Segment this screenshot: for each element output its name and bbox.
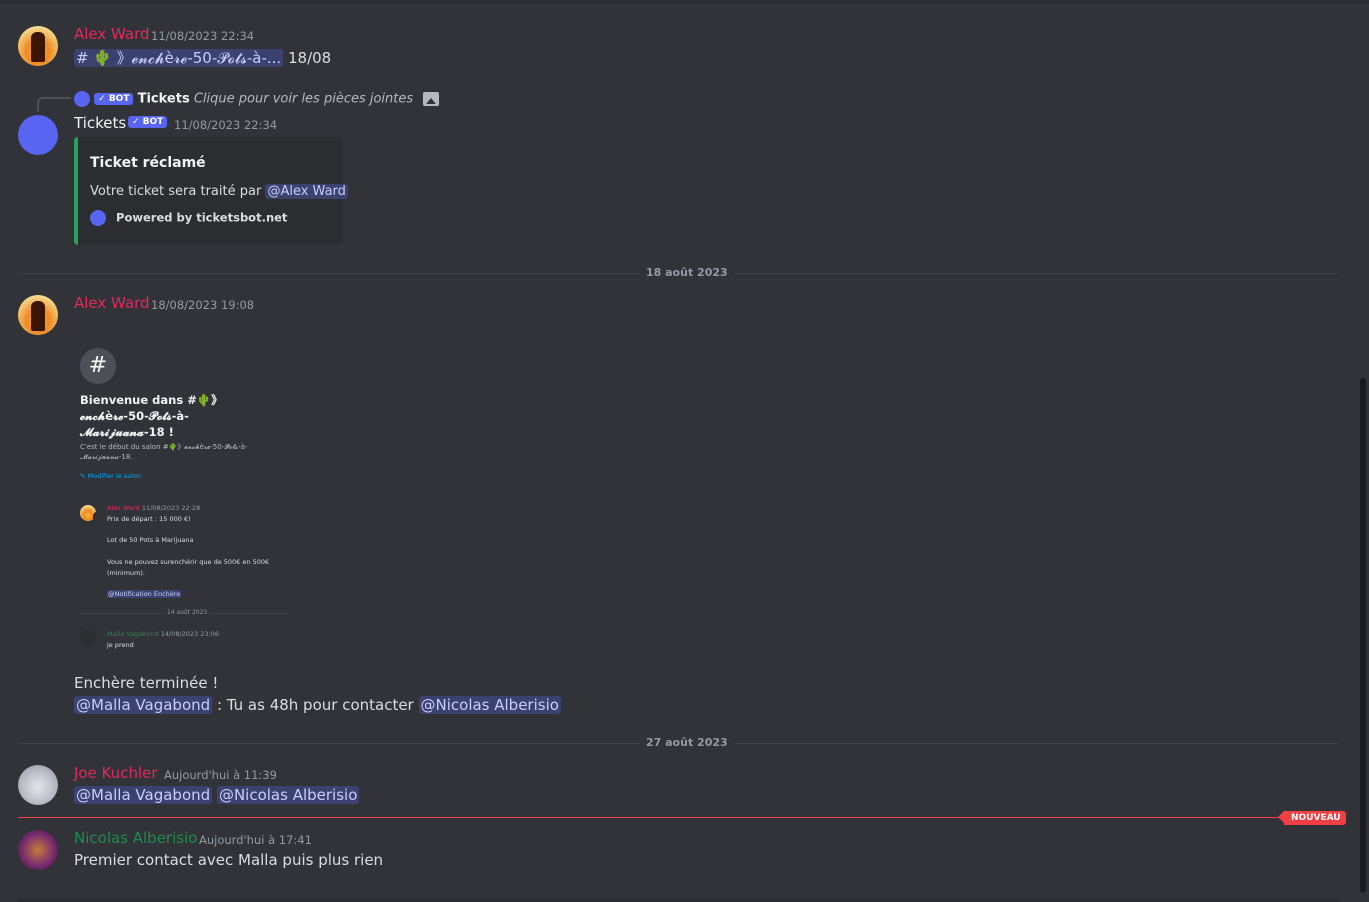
message-timestamp: 11/08/2023 22:34 <box>151 29 255 43</box>
message-content: @Malla Vagabond : Tu as 48h pour contact… <box>74 696 561 714</box>
author-name[interactable]: Alex Ward <box>74 25 150 43</box>
message-text: Enchère terminée ! <box>74 674 219 692</box>
bottom-edge <box>18 898 1339 902</box>
embed-card: Ticket réclamé Votre ticket sera traité … <box>74 137 348 245</box>
user-mention[interactable]: @Malla Vagabond <box>74 786 213 804</box>
reply-avatar <box>74 91 90 107</box>
author-name[interactable]: Joe Kuchler <box>74 764 158 782</box>
hash-icon: # <box>80 348 116 384</box>
avatar-alex-ward[interactable] <box>18 26 58 66</box>
user-mention[interactable]: @Alex Ward <box>265 184 348 199</box>
attachment-author: Alex Ward <box>107 504 140 512</box>
date-divider-label: 18 août 2023 <box>640 266 734 279</box>
author-name[interactable]: Alex Ward <box>74 294 150 312</box>
avatar-nicolas-alberisio[interactable] <box>18 830 58 870</box>
message-text: 18/08 <box>288 49 332 67</box>
message-content: # 🌵 》𝓮𝓷𝓬𝓱è𝓻𝓮-50-𝓟𝓸𝓽𝓼-à-... 18/08 <box>74 47 331 68</box>
message-timestamp: Aujourd'hui à 17:41 <box>199 833 312 847</box>
attachment-line: Prix de départ : 15 000 €! <box>107 515 191 523</box>
attachment-avatar <box>80 630 96 646</box>
bot-tag: ✓ BOT <box>128 116 168 128</box>
message-timestamp: 18/08/2023 19:08 <box>151 298 255 312</box>
channel-mention[interactable]: # 🌵 》𝓮𝓷𝓬𝓱è𝓻𝓮-50-𝓟𝓸𝓽𝓼-à-... <box>74 49 284 67</box>
attachment-line: Vous ne pouvez surenchérir que de 500€ e… <box>107 558 270 566</box>
user-mention[interactable]: @Nicolas Alberisio <box>216 786 360 804</box>
user-mention[interactable]: @Nicolas Alberisio <box>418 696 561 714</box>
attachment-title: Bienvenue dans #🌵》 𝓮𝓷𝓬𝓱è𝓻𝓮-50-𝓟𝓸𝓽𝓼-à- 𝓜𝓪… <box>80 393 223 439</box>
date-divider-label: 27 août 2023 <box>640 736 734 749</box>
attachment-line: je prend <box>107 641 134 649</box>
embed-footer: Powered by ticketsbot.net <box>90 210 287 226</box>
attachment-line: (minimum). <box>107 569 145 577</box>
message-timestamp: 11/08/2023 22:34 <box>174 118 278 132</box>
top-edge <box>0 0 1369 4</box>
bot-tag: ✓ BOT <box>94 93 134 105</box>
attachment-mention: @Notification Enchère <box>107 590 182 598</box>
new-messages-line <box>18 817 1308 818</box>
message-content: @Malla Vagabond @Nicolas Alberisio <box>74 786 360 804</box>
message-text: Premier contact avec Malla puis plus rie… <box>74 851 384 869</box>
embed-title: Ticket réclamé <box>90 155 206 171</box>
scrollbar-thumb[interactable] <box>1360 378 1366 893</box>
image-icon <box>423 92 440 106</box>
author-name[interactable]: Nicolas Alberisio <box>74 829 197 847</box>
attachment-line: @Notification Enchère <box>107 590 182 598</box>
embed-description: Votre ticket sera traité par @Alex Ward <box>90 184 348 199</box>
attachment-timestamp: 14/08/2023 23:06 <box>160 630 219 638</box>
reply-preview[interactable]: ✓ BOT Tickets Clique pour voir les pièce… <box>74 91 440 107</box>
edit-channel-link: ✎ Modifier le salon <box>80 472 142 480</box>
image-attachment[interactable]: # Bienvenue dans #🌵》 𝓮𝓷𝓬𝓱è𝓻𝓮-50-𝓟𝓸𝓽𝓼-à- … <box>74 340 304 660</box>
avatar-joe-kuchler[interactable] <box>18 765 58 805</box>
attachment-line: Lot de 50 Pots à Marijuana <box>107 536 194 544</box>
new-messages-badge: NOUVEAU <box>1278 811 1346 825</box>
attachment-timestamp: 11/08/2023 22:28 <box>141 504 201 512</box>
reply-author: Tickets <box>137 91 190 107</box>
attachment-message-header: Alex Ward 11/08/2023 22:28 <box>107 504 200 512</box>
embed-footer-text: Powered by ticketsbot.net <box>116 210 288 225</box>
reply-spine <box>37 97 71 112</box>
attachment-subtitle: C'est le début du salon #🌵》𝓮𝓷𝓬𝓱è𝓻𝓮-50-𝓟𝓸… <box>80 443 248 461</box>
author-name[interactable]: Tickets <box>74 114 126 132</box>
avatar-tickets[interactable] <box>18 115 58 155</box>
attachment-message-header: Malla Vagabond 14/08/2023 23:06 <box>107 630 219 638</box>
footer-icon <box>90 210 106 226</box>
attachment-author: Malla Vagabond <box>107 630 159 638</box>
embed-description-text: Votre ticket sera traité par <box>90 184 262 199</box>
user-mention[interactable]: @Malla Vagabond <box>74 696 213 714</box>
message-text: : Tu as 48h pour contacter <box>212 696 419 714</box>
message-timestamp: Aujourd'hui à 11:39 <box>164 768 277 782</box>
attachment-divider-label: 14 août 2023 <box>164 609 211 616</box>
avatar-alex-ward[interactable] <box>18 295 58 335</box>
attachment-avatar <box>80 505 96 521</box>
reply-text: Clique pour voir les pièces jointes <box>193 91 414 107</box>
